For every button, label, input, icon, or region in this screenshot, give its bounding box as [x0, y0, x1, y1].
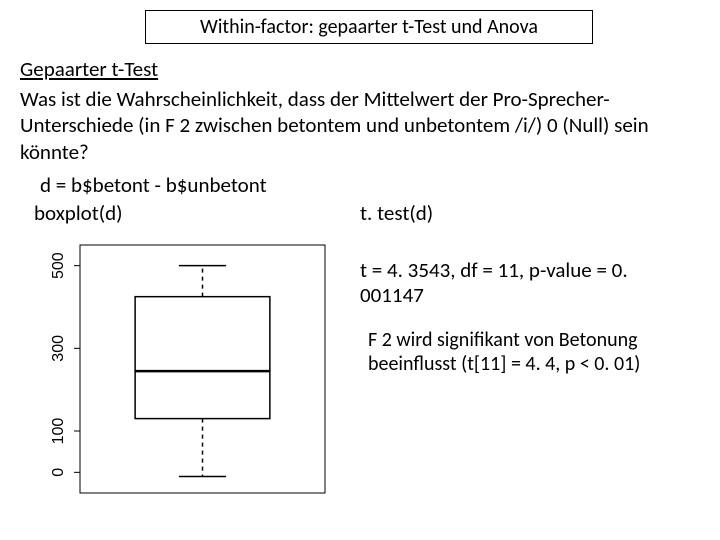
ttest-result-text: t = 4. 3543, df = 11, p-value = 0. 00114… — [360, 258, 680, 308]
svg-text:300: 300 — [50, 335, 67, 362]
code-line-boxplot: boxplot(d) — [34, 200, 123, 226]
slide-title: Within-factor: gepaarter t-Test und Anov… — [200, 15, 538, 39]
conclusion-text: F 2 wird signifikant von Betonung beeinf… — [368, 328, 698, 376]
svg-text:0: 0 — [50, 468, 67, 477]
code-line-ttest: t. test(d) — [360, 200, 433, 226]
code-line-assign: d = b$betont - b$unbetont — [40, 172, 267, 198]
svg-text:100: 100 — [50, 418, 67, 445]
boxplot-box — [135, 266, 270, 477]
slide: Within-factor: gepaarter t-Test und Anov… — [0, 0, 720, 540]
boxplot-figure: 0 100 300 500 — [20, 240, 330, 500]
slide-title-box: Within-factor: gepaarter t-Test und Anov… — [145, 10, 593, 44]
plot-frame — [80, 245, 325, 493]
question-text: Was ist die Wahrscheinlichkeit, dass der… — [20, 86, 660, 165]
svg-text:500: 500 — [50, 252, 67, 279]
y-axis: 0 100 300 500 — [50, 252, 80, 477]
section-subtitle: Gepaarter t-Test — [20, 56, 158, 82]
